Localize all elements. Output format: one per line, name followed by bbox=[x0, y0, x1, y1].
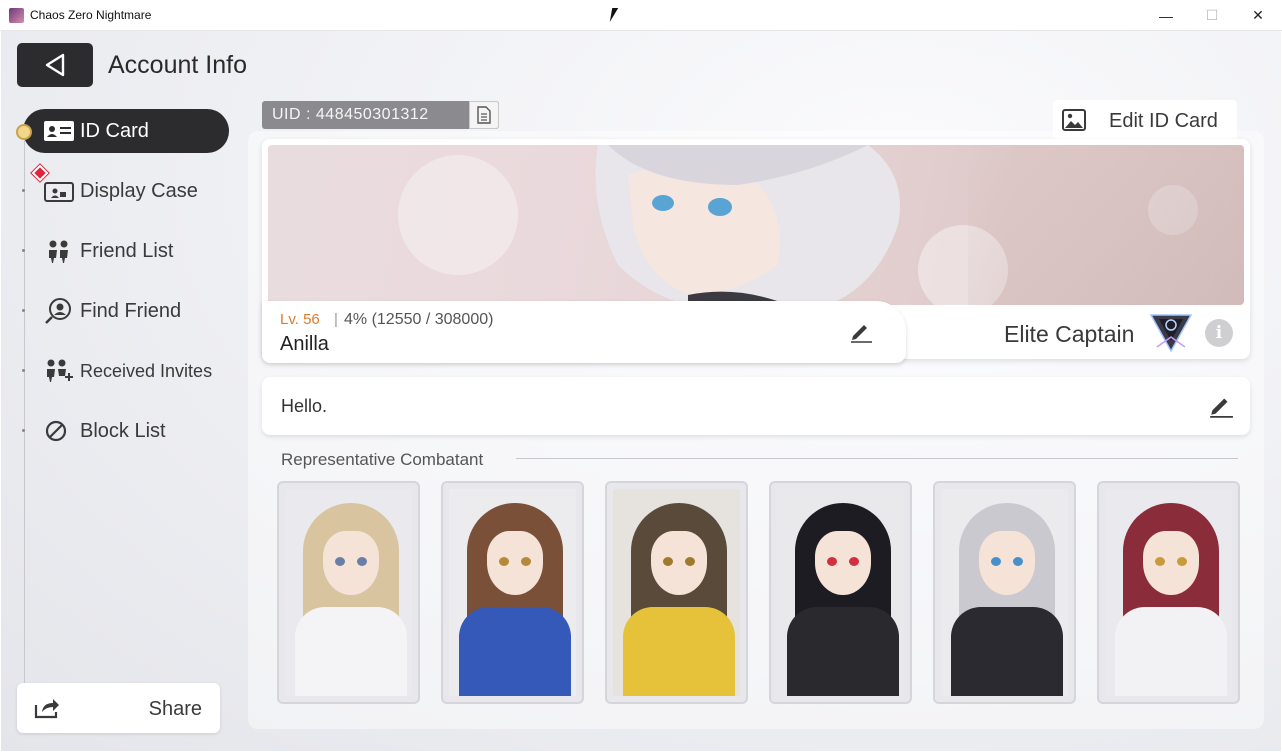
find-friend-icon bbox=[45, 298, 71, 324]
greeting-box: Hello. bbox=[262, 377, 1250, 435]
sidebar-item-block-list[interactable]: Block List bbox=[22, 409, 229, 453]
uid-box: UID : 448450301312 bbox=[262, 101, 499, 129]
greeting-text: Hello. bbox=[281, 396, 328, 416]
player-title: Elite Captain bbox=[1004, 321, 1135, 347]
maximize-button[interactable]: ☐ bbox=[1189, 0, 1235, 31]
edit-id-card-button[interactable]: Edit ID Card bbox=[1053, 100, 1237, 142]
sidebar-item-find-friend[interactable]: Find Friend bbox=[22, 289, 229, 333]
representative-combatant-label: Representative Combatant bbox=[281, 450, 484, 469]
copy-icon bbox=[477, 106, 491, 124]
share-button[interactable]: Share bbox=[17, 683, 220, 733]
sidebar-item-id-card[interactable]: ID Card bbox=[23, 109, 229, 153]
combatant-card[interactable] bbox=[1097, 481, 1240, 704]
edit-name-button[interactable] bbox=[849, 319, 873, 343]
sidebar-item-label: Block List bbox=[80, 419, 166, 442]
combatant-card[interactable] bbox=[277, 481, 420, 704]
page-title: Account Info bbox=[108, 51, 247, 79]
app-area: Account Info ID Card Display Case Friend… bbox=[1, 31, 1281, 751]
combatant-portrait bbox=[777, 489, 904, 696]
profile-tag: Lv. 56 | 4% (12550 / 308000) Anilla bbox=[262, 301, 906, 363]
level-text: Lv. 56 bbox=[280, 311, 320, 328]
combatant-portrait bbox=[285, 489, 412, 696]
level-separator: | bbox=[334, 311, 338, 328]
combatant-portrait bbox=[613, 489, 740, 696]
player-name: Anilla bbox=[280, 333, 329, 355]
edit-greeting-button[interactable] bbox=[1208, 392, 1234, 418]
sidebar-item-friend-list[interactable]: Friend List bbox=[22, 229, 229, 273]
rank-emblem-icon bbox=[1149, 314, 1193, 353]
banner-character-art bbox=[595, 145, 900, 305]
share-label: Share bbox=[148, 698, 202, 720]
share-icon bbox=[34, 699, 59, 719]
close-button[interactable]: ✕ bbox=[1235, 0, 1281, 31]
exp-text: 4% (12550 / 308000) bbox=[344, 311, 494, 328]
window-titlebar: Chaos Zero Nightmare — ☐ ✕ bbox=[0, 0, 1282, 31]
back-button[interactable] bbox=[17, 43, 93, 87]
combatant-portrait bbox=[941, 489, 1068, 696]
rail-dot bbox=[22, 309, 25, 312]
combatant-portrait bbox=[449, 489, 576, 696]
combatant-card[interactable] bbox=[933, 481, 1076, 704]
image-icon bbox=[1062, 109, 1086, 131]
app-icon bbox=[9, 8, 24, 23]
sidebar-item-label: Find Friend bbox=[80, 299, 182, 322]
combatant-card[interactable] bbox=[441, 481, 584, 704]
mouse-cursor-icon bbox=[609, 8, 625, 22]
profile-banner-image bbox=[268, 145, 1244, 305]
display-case-icon bbox=[44, 182, 74, 202]
id-card-icon bbox=[44, 121, 74, 141]
combatant-portrait bbox=[1105, 489, 1232, 696]
edit-id-card-label: Edit ID Card bbox=[1109, 110, 1218, 132]
rail-dot bbox=[22, 369, 25, 372]
sidebar-item-label: Friend List bbox=[80, 239, 174, 262]
uid-text: UID : 448450301312 bbox=[272, 106, 429, 123]
title-info-button[interactable]: i bbox=[1205, 319, 1233, 347]
back-arrow-icon bbox=[45, 53, 65, 77]
minimize-button[interactable]: — bbox=[1143, 0, 1189, 31]
combatant-card[interactable] bbox=[605, 481, 748, 704]
friends-icon bbox=[49, 240, 68, 263]
window-title: Chaos Zero Nightmare bbox=[30, 8, 152, 22]
rail-dot bbox=[22, 189, 25, 192]
sidebar-item-label: Display Case bbox=[80, 179, 198, 202]
sidebar-item-label: ID Card bbox=[80, 119, 149, 142]
rail-dot bbox=[22, 249, 25, 252]
copy-uid-button[interactable] bbox=[469, 101, 499, 129]
active-indicator-icon bbox=[16, 124, 32, 140]
block-icon bbox=[45, 420, 67, 442]
invites-icon bbox=[47, 359, 73, 382]
sidebar-item-received-invites[interactable]: Received Invites bbox=[22, 349, 229, 393]
sidebar-item-label: Received Invites bbox=[80, 360, 213, 381]
rail-dot bbox=[22, 429, 25, 432]
section-divider bbox=[516, 458, 1238, 459]
sidebar-item-display-case[interactable]: Display Case bbox=[22, 169, 229, 213]
combatant-card[interactable] bbox=[769, 481, 912, 704]
